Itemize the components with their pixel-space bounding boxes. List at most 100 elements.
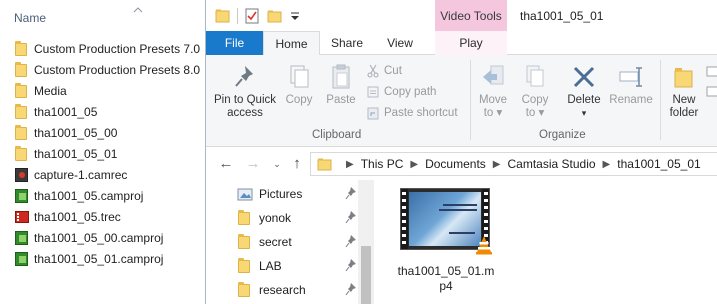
copy-to-icon (526, 65, 544, 87)
pin-icon[interactable] (345, 234, 357, 248)
forward-arrow-icon[interactable]: → (244, 155, 262, 173)
paste-icon (332, 64, 350, 89)
address-bar[interactable]: ▶ This PC ▶ Documents ▶ Camtasia Studio … (310, 152, 717, 176)
background-explorer-window: Name Custom Production Presets 7.0 Custo… (0, 0, 205, 304)
file-row[interactable]: tha1001_05 (14, 101, 204, 122)
breadcrumb-current-folder[interactable]: tha1001_05_01 (617, 157, 700, 171)
delete-button[interactable]: Delete ▾ (564, 63, 604, 120)
customize-toolbar-icon[interactable] (289, 7, 307, 25)
copy-to-label-line1: Copy (521, 94, 549, 106)
ribbon-group-divider (470, 60, 471, 140)
nav-item-secret[interactable]: secret (237, 231, 367, 253)
move-to-label-line1: Move (478, 94, 508, 106)
new-folder-label-line2: folder (669, 107, 699, 119)
folder-icon (14, 124, 30, 141)
move-to-button[interactable]: Move to ▾ (476, 63, 510, 120)
up-arrow-icon[interactable]: ↑ (288, 155, 306, 173)
file-view: tha1001_05_01.mp4 (374, 180, 717, 304)
tab-home[interactable]: Home (263, 31, 320, 56)
file-name: Custom Production Presets 8.0 (34, 62, 201, 77)
breadcrumb-this-pc[interactable]: This PC (361, 157, 404, 171)
breadcrumb-documents[interactable]: Documents (425, 157, 486, 171)
explorer-window: Video Tools tha1001_05_01 File Home Shar… (205, 0, 717, 304)
recent-locations-chevron-icon[interactable]: ⌄ (268, 155, 286, 173)
file-row[interactable]: tha1001_05_00 (14, 122, 204, 143)
breadcrumb-camtasia-studio[interactable]: Camtasia Studio (508, 157, 596, 171)
breadcrumb-separator-icon[interactable]: ▶ (410, 159, 418, 170)
pictures-icon (237, 188, 253, 201)
file-row[interactable]: tha1001_05.camproj (14, 185, 204, 206)
name-column-label: Name (14, 11, 47, 25)
toolbar-divider (237, 8, 238, 24)
nav-item-research[interactable]: research (237, 279, 367, 301)
pin-icon[interactable] (345, 186, 357, 200)
paste-button[interactable]: Paste (322, 63, 360, 107)
file-row[interactable]: Custom Production Presets 8.0 (14, 59, 204, 80)
delete-x-icon (573, 66, 595, 88)
new-folder-icon[interactable] (266, 7, 284, 25)
nav-item-label: yonok (259, 211, 292, 225)
scrollbar-thumb[interactable] (361, 246, 371, 304)
back-arrow-icon[interactable]: ← (217, 155, 235, 173)
camproj-icon (14, 251, 30, 267)
pin-icon[interactable] (345, 258, 357, 272)
file-row[interactable]: Custom Production Presets 7.0 (14, 38, 204, 59)
file-item-video[interactable]: tha1001_05_01.mp4 (396, 188, 496, 298)
file-name: capture-1.camrec (34, 167, 128, 182)
sort-ascending-icon (133, 7, 143, 13)
folder-icon[interactable] (214, 7, 232, 25)
file-row[interactable]: capture-1.camrec (14, 164, 204, 185)
paste-shortcut-button[interactable]: Paste shortcut (366, 104, 458, 122)
rename-button[interactable]: Rename (608, 63, 654, 107)
cut-button[interactable]: Cut (366, 62, 402, 80)
file-row[interactable]: Media (14, 80, 204, 101)
folder-icon (237, 258, 253, 274)
file-name: tha1001_05_00 (34, 125, 118, 140)
copy-to-label-line2: to ▾ (525, 107, 545, 119)
pin-icon[interactable] (345, 210, 357, 224)
nav-item-lab[interactable]: LAB (237, 255, 367, 277)
pin-label-line2: access (227, 107, 263, 119)
ribbon-group-divider (660, 60, 661, 140)
copy-path-label: Copy path (384, 86, 437, 98)
camproj-icon (14, 230, 30, 246)
pin-icon[interactable] (345, 282, 357, 296)
copy-button[interactable]: Copy (282, 63, 316, 107)
breadcrumb-separator-icon[interactable]: ▶ (603, 159, 611, 170)
nav-item-pictures[interactable]: Pictures (237, 183, 367, 205)
organize-group-label: Organize (539, 129, 586, 141)
nav-item-label: research (259, 283, 306, 297)
breadcrumb-separator-icon[interactable]: ▶ (346, 159, 354, 170)
file-name: tha1001_05.camproj (34, 188, 144, 203)
copy-path-button[interactable]: Copy path (366, 83, 436, 101)
move-to-label-line2: to ▾ (483, 107, 503, 119)
folder-icon (14, 40, 30, 57)
file-row[interactable]: tha1001_05_01.camproj (14, 248, 204, 269)
navigation-pane-scrollbar[interactable] (358, 180, 374, 304)
background-file-list: Custom Production Presets 7.0 Custom Pro… (14, 38, 204, 269)
file-row[interactable]: tha1001_05_00.camproj (14, 227, 204, 248)
nav-item-label: secret (259, 235, 292, 249)
new-folder-button[interactable]: New folder (664, 63, 704, 120)
tab-share[interactable]: Share (320, 31, 374, 55)
name-column-header[interactable]: Name (14, 7, 204, 29)
pin-icon (235, 66, 253, 87)
file-row[interactable]: tha1001_05_01 (14, 143, 204, 164)
file-name: Custom Production Presets 7.0 (34, 41, 201, 56)
pin-to-quick-access-button[interactable]: Pin to Quick access (212, 63, 278, 120)
window-title: tha1001_05_01 (520, 9, 604, 23)
video-tools-context-label: Video Tools (435, 0, 507, 31)
properties-icon[interactable] (243, 7, 261, 25)
pin-label-line1: Pin to Quick (214, 94, 276, 106)
file-name: tha1001_05_00.camproj (34, 230, 164, 245)
nav-item-yonok[interactable]: yonok (237, 207, 367, 229)
tab-view[interactable]: View (374, 31, 426, 55)
tab-file[interactable]: File (206, 31, 263, 55)
camrec-icon (14, 167, 30, 183)
new-item-icon[interactable] (706, 65, 717, 105)
file-row[interactable]: tha1001_05.trec (14, 206, 204, 227)
tab-play[interactable]: Play (435, 31, 507, 55)
copy-to-button[interactable]: Copy to ▾ (518, 63, 552, 120)
new-folder-icon (674, 68, 693, 88)
breadcrumb-separator-icon[interactable]: ▶ (493, 159, 501, 170)
